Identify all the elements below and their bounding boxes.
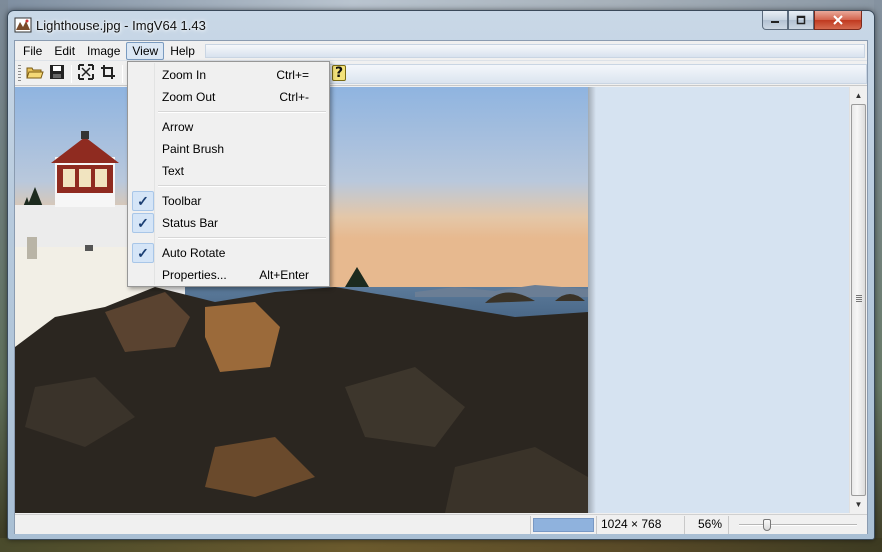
menu-separator [158,185,326,187]
desktop-background-bottom [0,538,882,552]
menu-help[interactable]: Help [164,42,201,60]
scroll-down-button[interactable]: ▼ [850,496,867,512]
image-dimensions: 1024 × 768 [597,515,685,534]
open-button[interactable] [24,63,46,85]
save-icon [49,64,65,83]
menu-item-label: Auto Rotate [162,246,226,260]
menu-item-shortcut: Ctrl+= [276,68,309,82]
menu-item-zoom-out[interactable]: Zoom Out Ctrl+- [130,86,327,108]
menu-view[interactable]: View [126,41,165,60]
arrow-up-icon: ▲ [854,90,863,100]
progress-fill [533,517,594,532]
view-menu-dropdown: Zoom In Ctrl+= Zoom Out Ctrl+- Arrow Pai… [127,61,330,287]
zoom-level: 56% [685,515,729,534]
menu-item-auto-rotate[interactable]: ✓ Auto Rotate [130,242,327,264]
menu-item-label: Paint Brush [162,142,225,156]
open-folder-icon [26,64,44,83]
crop-button[interactable] [97,63,119,85]
scroll-thumb[interactable] [851,104,866,496]
vertical-scrollbar[interactable]: ▲ ▼ [849,87,867,513]
menu-item-text[interactable]: Text [130,160,327,182]
toolbar-grip[interactable] [18,64,21,83]
menu-item-shortcut: Alt+Enter [259,268,309,282]
menu-item-zoom-in[interactable]: Zoom In Ctrl+= [130,64,327,86]
menu-item-label: Status Bar [162,216,219,230]
window-title: Lighthouse.jpg - ImgV64 1.43 [36,18,206,33]
menu-item-label: Zoom Out [162,90,216,104]
menu-item-status-bar[interactable]: ✓ Status Bar [130,212,327,234]
menu-separator [158,111,326,113]
app-icon[interactable] [14,17,32,33]
page-shadow [588,87,596,513]
help-icon: ? [331,65,347,81]
arrow-down-icon: ▼ [854,499,863,509]
crop-icon [100,64,116,83]
help-button[interactable]: ? [331,64,347,82]
toolbar-separator [71,64,72,83]
maximize-button[interactable] [788,11,814,30]
status-bar: 1024 × 768 56% [15,514,867,534]
menubar-filler [204,43,865,58]
status-progress [531,515,597,534]
thumb-grip [856,295,862,302]
menu-item-arrow[interactable]: Arrow [130,116,327,138]
menu-item-label: Toolbar [162,194,202,208]
minimize-button[interactable] [762,11,788,30]
close-button[interactable] [814,11,862,30]
menu-item-toolbar[interactable]: ✓ Toolbar [130,190,327,212]
save-button[interactable] [46,63,68,85]
slider-track[interactable] [739,523,857,526]
menu-item-paint-brush[interactable]: Paint Brush [130,138,327,160]
menu-image[interactable]: Image [81,42,126,60]
menu-bar: File Edit Image View Help [15,41,867,61]
menu-item-label: Zoom In [162,68,207,82]
fit-icon [78,64,94,83]
menu-item-label: Properties... [162,268,227,282]
checkmark-icon: ✓ [132,191,154,211]
desktop-background-right [874,0,882,552]
menu-separator [158,237,326,239]
menu-item-label: Arrow [162,120,194,134]
fit-button[interactable] [75,63,97,85]
scroll-up-button[interactable]: ▲ [850,87,867,103]
slider-thumb[interactable] [763,518,771,531]
status-message [15,515,531,534]
toolbar-separator [122,64,123,83]
menu-item-properties[interactable]: Properties... Alt+Enter [130,264,327,286]
menu-item-shortcut: Ctrl+- [279,90,309,104]
menu-file[interactable]: File [17,42,48,60]
title-bar[interactable]: Lighthouse.jpg - ImgV64 1.43 [8,11,874,41]
menu-edit[interactable]: Edit [48,42,81,60]
checkmark-icon: ✓ [132,243,154,263]
checkmark-icon: ✓ [132,213,154,233]
zoom-slider[interactable] [729,516,867,534]
menu-item-label: Text [162,164,185,178]
